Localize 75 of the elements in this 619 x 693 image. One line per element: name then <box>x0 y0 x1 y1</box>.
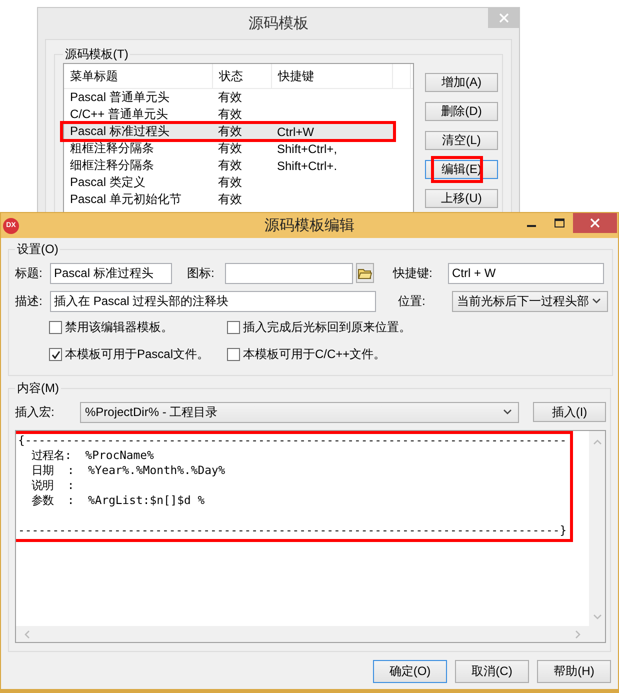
code-editor[interactable]: {------------------------------------------------------------------------------- 过程名: %ProcName% 日期 : %Year%.%Month%.%Day% 说明 : 参数 : %ArgList:$n[]$d % -------------------------------------------------------------------------------} <box>15 430 606 643</box>
table-cell-text: 有效 <box>217 89 243 106</box>
list-row[interactable]: 细框注释分隔条 有效 Shift+Ctrl+. <box>64 157 413 174</box>
table-cell-text: Ctrl+W <box>276 124 315 138</box>
maximize-icon <box>554 218 564 228</box>
close-button[interactable] <box>573 213 617 233</box>
field-label: 标题: <box>15 264 44 282</box>
table-cell-text: 有效 <box>217 106 243 123</box>
folder-icon <box>358 268 372 278</box>
group-label: 内容(M) <box>16 380 60 397</box>
button[interactable]: 确定(O) <box>373 660 447 683</box>
table-cell-text: Pascal 类定义 <box>69 174 146 191</box>
table-cell-text: C/C++ 普通单元头 <box>69 106 170 123</box>
button[interactable]: 上移(U) <box>425 189 498 208</box>
checkbox[interactable] <box>227 348 240 361</box>
list-row[interactable]: Pascal 单元初始化节 有效 <box>64 191 413 208</box>
checkbox-label[interactable]: 禁用该编辑器模板。 <box>65 319 173 336</box>
table-cell-text: 有效 <box>217 174 243 191</box>
button[interactable]: 帮助(H) <box>537 660 611 683</box>
checkbox[interactable] <box>227 321 240 334</box>
checkbox[interactable] <box>49 348 62 361</box>
window-title: 源码模板编辑 <box>264 216 354 235</box>
field-label: 快捷键: <box>393 264 434 282</box>
title-field[interactable]: Pascal 标准过程头 <box>50 262 172 284</box>
field-label: 图标: <box>187 264 216 282</box>
description-field[interactable]: 插入在 Pascal 过程头部的注释块 <box>50 290 376 312</box>
button[interactable]: 取消(C) <box>455 660 529 683</box>
list-row[interactable]: 粗框注释分隔条 有效 Shift+Ctrl+, <box>64 140 413 157</box>
table-cell-text: 有效 <box>217 123 243 140</box>
macro-dropdown[interactable]: %ProjectDir% - 工程目录 <box>80 402 519 422</box>
group-label: 源码模板(T) <box>64 46 130 63</box>
table-cell-text: 有效 <box>217 140 243 157</box>
table-cell-text: Shift+Ctrl+, <box>276 142 338 156</box>
list-row[interactable]: Pascal 普通单元头 有效 <box>64 89 413 106</box>
checkbox-label[interactable]: 本模板可用于C/C++文件。 <box>243 346 386 363</box>
table-cell-text: 细框注释分隔条 <box>69 157 155 174</box>
scroll-right-icon <box>575 630 581 638</box>
shortcut-field[interactable]: Ctrl + W <box>448 262 604 284</box>
column-header[interactable]: 菜单标题 <box>64 64 213 88</box>
field-label: 插入宏: <box>15 404 56 420</box>
scroll-up-icon <box>592 439 602 445</box>
scroll-down-icon <box>592 614 602 620</box>
table-cell-text: Pascal 普通单元头 <box>69 89 170 106</box>
window-title: 源码模板 <box>248 14 308 33</box>
browse-button[interactable] <box>356 263 374 283</box>
field-label: 位置: <box>398 292 426 310</box>
table-cell-text: Pascal 标准过程头 <box>69 123 170 140</box>
list-row[interactable]: C/C++ 普通单元头 有效 <box>64 106 413 123</box>
list-row[interactable]: Pascal 类定义 有效 <box>64 174 413 191</box>
checkbox[interactable] <box>49 321 62 334</box>
table-cell-text: 有效 <box>217 157 243 174</box>
close-icon <box>498 13 508 23</box>
minimize-icon <box>526 225 536 227</box>
column-header[interactable]: 快捷键 <box>272 64 393 88</box>
table-cell-text: 粗框注释分隔条 <box>69 140 155 157</box>
field-label: 描述: <box>15 292 44 310</box>
template-list[interactable]: 菜单标题 状态 快捷键 Pascal 普通单元头 有效 C/C++ 普通单元头 有效 Pascal 标准过程头 有效 Ctrl+W 粗框注释分隔条 有效 Shift+Ctrl+, 细框注释分隔条 有效 Shift+Ctrl+. Pascal 类定义 有效 Pascal 单元初始化节 有效 <box>63 63 414 214</box>
chevron-down-icon <box>592 298 601 304</box>
table-cell-text: 有效 <box>217 191 243 208</box>
insert-button[interactable]: 插入(I) <box>533 402 606 422</box>
button[interactable]: 清空(L) <box>425 131 498 150</box>
position-dropdown[interactable]: 当前光标后下一过程头部 <box>452 290 608 312</box>
table-cell-text: Shift+Ctrl+. <box>276 158 338 172</box>
button[interactable]: 增加(A) <box>425 73 498 92</box>
column-header[interactable]: 状态 <box>213 64 272 88</box>
button[interactable]: 删除(D) <box>425 102 498 121</box>
group-label: 设置(O) <box>16 241 60 258</box>
checkbox-label[interactable]: 插入完成后光标回到原来位置。 <box>243 319 411 336</box>
table-cell-text: Pascal 单元初始化节 <box>69 191 182 208</box>
checkmark-icon <box>50 350 60 360</box>
icon-field[interactable] <box>225 262 353 284</box>
close-icon <box>590 218 600 228</box>
checkbox-label[interactable]: 本模板可用于Pascal文件。 <box>65 346 210 363</box>
scroll-left-icon <box>24 630 30 638</box>
chevron-down-icon <box>503 409 512 415</box>
